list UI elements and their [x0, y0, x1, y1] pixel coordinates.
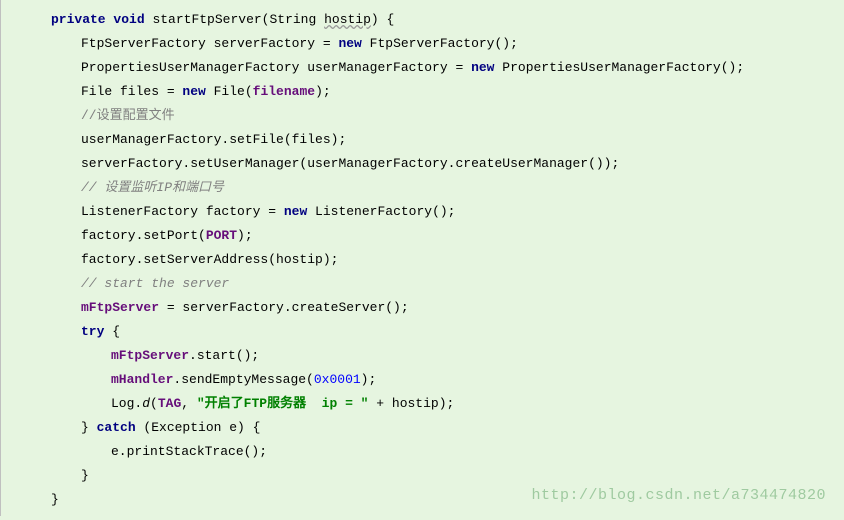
code-line: // 设置监听IP和端口号 [51, 176, 844, 200]
field: filename [253, 84, 315, 99]
field: mFtpServer [111, 348, 189, 363]
keyword: void [113, 12, 144, 27]
text: ); [361, 372, 377, 387]
text: = serverFactory.createServer(); [159, 300, 409, 315]
text: ListenerFactory(); [307, 204, 455, 219]
code-line: //设置配置文件 [51, 104, 844, 128]
field: mFtpServer [81, 300, 159, 315]
text: File files = [81, 84, 182, 99]
text: serverFactory.setUserManager(userManager… [81, 156, 619, 171]
keyword: new [284, 204, 307, 219]
text: } [51, 492, 59, 507]
comment: //设置配置文件 [81, 108, 175, 123]
keyword: new [338, 36, 361, 51]
text: PropertiesUserManagerFactory userManager… [81, 60, 471, 75]
text: .start(); [189, 348, 259, 363]
text: e.printStackTrace(); [111, 444, 267, 459]
text: factory.setPort( [81, 228, 206, 243]
text: factory.setServerAddress(hostip); [81, 252, 338, 267]
text: { [104, 324, 120, 339]
keyword: try [81, 324, 104, 339]
static-method: d [142, 396, 150, 411]
text: (Exception e) { [136, 420, 261, 435]
code-line: e.printStackTrace(); [51, 440, 844, 464]
code-line: File files = new File(filename); [51, 80, 844, 104]
method-name: startFtpServer(String [152, 12, 324, 27]
keyword: catch [97, 420, 136, 435]
field: mHandler [111, 372, 173, 387]
code-line: factory.setPort(PORT); [51, 224, 844, 248]
code-line: private void startFtpServer(String hosti… [51, 8, 844, 32]
watermark: http://blog.csdn.net/a734474820 [531, 484, 826, 508]
text: ) { [371, 12, 394, 27]
text: ( [150, 396, 158, 411]
comment: // start the server [81, 276, 229, 291]
field: PORT [206, 228, 237, 243]
code-line: Log.d(TAG, "开启了FTP服务器 ip = " + hostip); [51, 392, 844, 416]
text: + hostip); [368, 396, 454, 411]
keyword: new [182, 84, 205, 99]
keyword: private [51, 12, 106, 27]
code-line: mFtpServer.start(); [51, 344, 844, 368]
field: TAG [158, 396, 181, 411]
parameter: hostip [324, 12, 371, 27]
text: ); [237, 228, 253, 243]
number: 0x0001 [314, 372, 361, 387]
string: "开启了FTP服务器 ip = " [197, 396, 369, 411]
code-line: ListenerFactory factory = new ListenerFa… [51, 200, 844, 224]
text: PropertiesUserManagerFactory(); [494, 60, 744, 75]
text: , [181, 396, 197, 411]
text: .sendEmptyMessage( [173, 372, 313, 387]
text: File( [206, 84, 253, 99]
text: ListenerFactory factory = [81, 204, 284, 219]
code-line: // start the server [51, 272, 844, 296]
code-line: mFtpServer = serverFactory.createServer(… [51, 296, 844, 320]
comment: // 设置监听IP和端口号 [81, 180, 224, 195]
code-line: FtpServerFactory serverFactory = new Ftp… [51, 32, 844, 56]
code-line: serverFactory.setUserManager(userManager… [51, 152, 844, 176]
text: ); [315, 84, 331, 99]
code-line: mHandler.sendEmptyMessage(0x0001); [51, 368, 844, 392]
code-line: PropertiesUserManagerFactory userManager… [51, 56, 844, 80]
code-block: private void startFtpServer(String hosti… [1, 0, 844, 520]
text: FtpServerFactory serverFactory = [81, 36, 338, 51]
text: userManagerFactory.setFile(files); [81, 132, 346, 147]
text: } [81, 420, 97, 435]
code-line: userManagerFactory.setFile(files); [51, 128, 844, 152]
text: Log. [111, 396, 142, 411]
text: FtpServerFactory(); [362, 36, 518, 51]
keyword: new [471, 60, 494, 75]
text: } [81, 468, 89, 483]
code-line: } catch (Exception e) { [51, 416, 844, 440]
code-line: try { [51, 320, 844, 344]
code-line: factory.setServerAddress(hostip); [51, 248, 844, 272]
